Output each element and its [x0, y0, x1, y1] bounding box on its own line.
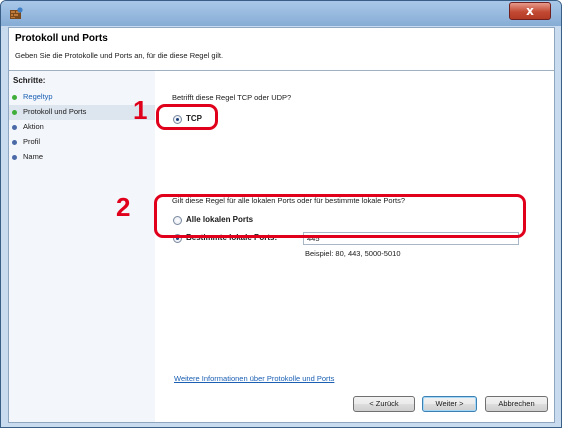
tcp-highlight-box — [156, 104, 218, 130]
close-button[interactable]: x — [509, 2, 551, 20]
wizard-header: Protokoll und Ports Geben Sie die Protok… — [9, 28, 554, 71]
page-title: Protokoll und Ports — [15, 33, 108, 44]
ports-example: Beispiel: 80, 443, 5000-5010 — [305, 249, 401, 258]
title-bar: x — [1, 1, 561, 26]
protocol-question: Betrifft diese Regel TCP oder UDP? — [172, 93, 292, 102]
step-pending-icon — [12, 155, 17, 160]
step-done-icon — [12, 95, 17, 100]
annotation-number-1: 1 — [133, 95, 148, 125]
close-icon: x — [526, 4, 534, 18]
step-label: Regeltyp — [23, 92, 53, 101]
cancel-button[interactable]: Abbrechen — [485, 396, 548, 412]
step-label: Name — [23, 152, 44, 161]
step-label: Profil — [23, 137, 41, 146]
more-info-link[interactable]: Weitere Informationen über Protokolle un… — [174, 374, 334, 383]
step-name[interactable]: Name — [9, 150, 155, 165]
firewall-app-icon — [10, 7, 23, 19]
annotation-number-2: 2 — [116, 192, 131, 222]
ports-highlight-box — [154, 194, 526, 238]
back-button[interactable]: < Zurück — [353, 396, 415, 412]
step-profil[interactable]: Profil — [9, 135, 155, 150]
step-pending-icon — [12, 140, 17, 145]
next-button[interactable]: Weiter > — [422, 396, 477, 412]
step-pending-icon — [12, 125, 17, 130]
step-current-icon — [12, 110, 17, 115]
steps-heading: Schritte: — [13, 76, 46, 85]
step-label: Aktion — [23, 122, 44, 131]
step-label: Protokoll und Ports — [23, 107, 87, 116]
page-subtitle: Geben Sie die Protokolle und Ports an, f… — [15, 51, 224, 60]
